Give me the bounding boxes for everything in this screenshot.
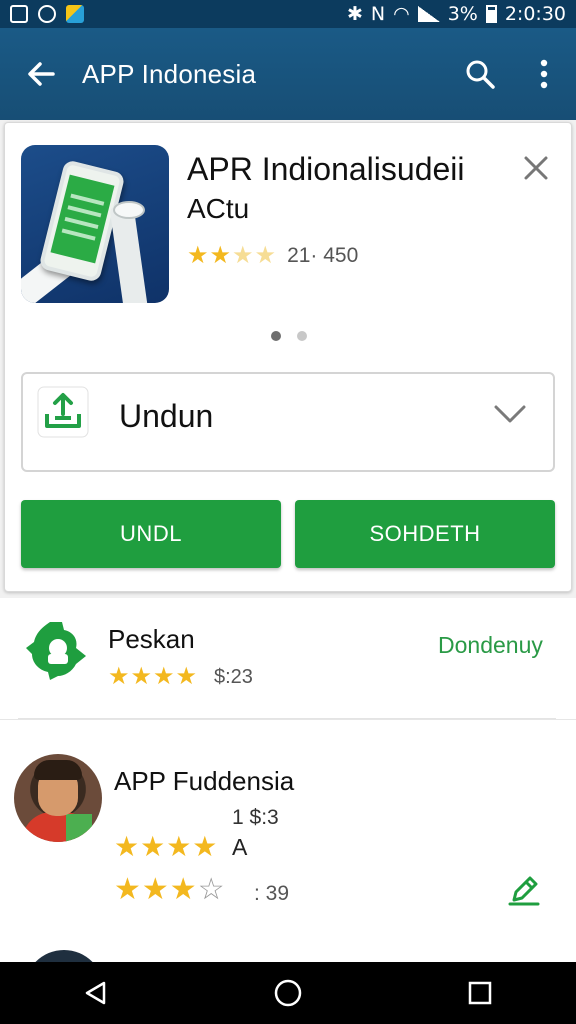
close-button[interactable] <box>521 153 551 183</box>
green-app-icon <box>26 622 86 680</box>
more-vert-icon <box>540 59 548 89</box>
app-subtitle: ACtu <box>187 193 250 224</box>
avatar[interactable] <box>14 754 102 842</box>
chevron-down-icon <box>494 405 526 423</box>
download-select[interactable]: Undun <box>21 372 555 472</box>
app-icon[interactable] <box>21 145 169 303</box>
empty-star-icon: ☆ <box>197 873 226 906</box>
nav-back-icon <box>85 981 106 1005</box>
nav-home-button[interactable] <box>253 962 323 1024</box>
status-notifications <box>10 5 84 23</box>
back-arrow-icon <box>28 62 55 86</box>
list-item[interactable]: APP Fuddensia 1 $:3 ★★★★ A ★★★☆ : 39 <box>0 720 576 950</box>
list-item-count: $:23 <box>214 666 253 688</box>
list-item-note: A <box>232 834 248 860</box>
bluetooth-icon: ✱ <box>346 3 363 25</box>
nav-home-icon <box>274 979 302 1007</box>
status-bar: ✱ Ν ◠ 3% 2:0:30 <box>0 0 576 28</box>
overflow-menu-button[interactable] <box>512 28 576 120</box>
divider <box>18 718 556 719</box>
search-button[interactable] <box>448 28 512 120</box>
edit-icon[interactable] <box>504 870 544 910</box>
maps-notification-icon <box>66 5 84 23</box>
app-rating: ★★★★ 21· 450 <box>187 241 358 270</box>
close-icon <box>524 156 548 180</box>
list-item-count: : 39 <box>254 882 290 905</box>
rating-count: 21· 450 <box>287 243 359 267</box>
list-item[interactable]: Peskan ★★★★ $:23 Dondenuy <box>0 598 576 720</box>
sohdeth-button[interactable]: SOHDETH <box>295 500 555 568</box>
app-bar: APP Indonesia <box>0 28 576 120</box>
rating-stars: ★★★★ <box>187 242 278 269</box>
signal-icon <box>417 6 440 22</box>
app-notification-icon <box>38 5 56 23</box>
pipe-cap-graphic <box>113 201 145 219</box>
battery-icon <box>485 5 497 23</box>
download-select-label: Undun <box>119 398 214 434</box>
app-name: APR Indionalisudeii <box>187 151 465 187</box>
list-item-stars: ★★★★ <box>114 831 219 862</box>
list-item-action-link[interactable]: Dondenuy <box>438 632 543 659</box>
clock: 2:0:30 <box>504 3 566 25</box>
carousel-dot-active[interactable] <box>271 331 281 341</box>
carousel-indicator <box>271 331 307 341</box>
app-list: Peskan ★★★★ $:23 Dondenuy APP Fuddensia … <box>0 598 576 962</box>
list-item-rating-stars: ★★★☆ <box>114 872 226 907</box>
nav-recents-icon <box>468 981 492 1005</box>
gallery-notification-icon <box>10 5 28 23</box>
page-title: APP Indonesia <box>82 58 257 89</box>
download-tray-icon <box>37 386 89 438</box>
list-item-stars: ★★★★ <box>108 663 199 690</box>
list-item-title: APP Fuddensia <box>114 766 295 796</box>
undl-button[interactable]: UNDL <box>21 500 281 568</box>
nav-back-button[interactable] <box>61 962 131 1024</box>
search-icon <box>466 60 495 89</box>
list-item-price: 1 $:3 <box>232 806 279 829</box>
back-button[interactable] <box>0 28 82 120</box>
filled-stars: ★★★ <box>114 873 198 906</box>
carousel-dot[interactable] <box>297 331 307 341</box>
battery-percent: 3% <box>447 3 478 25</box>
list-item-title: Peskan <box>108 624 195 654</box>
avatar[interactable] <box>24 950 104 962</box>
status-system: ✱ Ν ◠ 3% 2:0:30 <box>347 3 566 25</box>
system-nav-bar <box>0 962 576 1024</box>
app-detail-card: APR Indionalisudeii ACtu ★★★★ 21· 450 Un… <box>4 122 572 592</box>
phone-screen-graphic <box>50 174 115 264</box>
nfc-icon: Ν <box>370 3 386 25</box>
wifi-icon: ◠ <box>393 3 410 25</box>
nav-recents-button[interactable] <box>445 962 515 1024</box>
